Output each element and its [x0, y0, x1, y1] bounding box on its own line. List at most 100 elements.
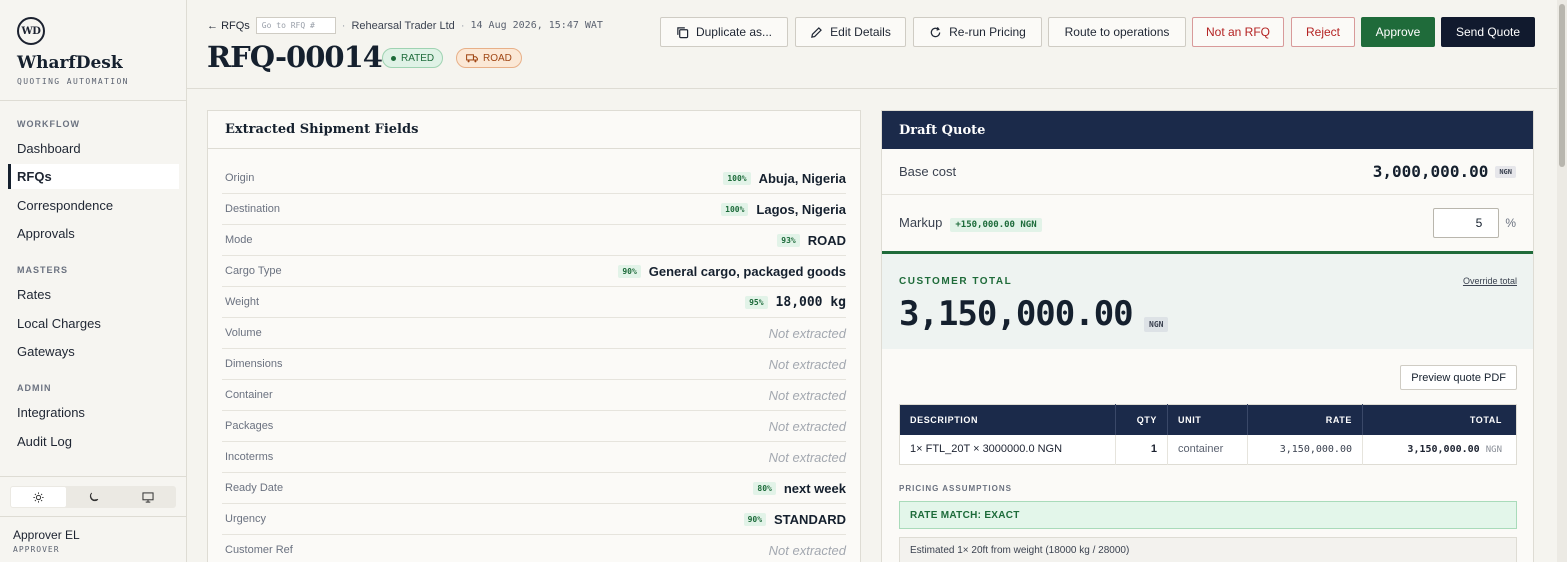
- confidence-badge: 90%: [618, 264, 641, 278]
- line-total: 3,150,000.00: [1407, 444, 1480, 456]
- scroll-thumb[interactable]: [1559, 4, 1565, 167]
- field-label: Destination: [225, 203, 281, 215]
- field-value-group: 90% STANDARD: [743, 512, 846, 527]
- field-value-group: Not extracted: [769, 357, 846, 372]
- page-scrollbar[interactable]: [1557, 0, 1567, 562]
- theme-switcher: [10, 486, 176, 508]
- divider: [0, 100, 186, 101]
- truck-icon: [466, 53, 478, 62]
- line-qty: 1: [1115, 434, 1168, 465]
- reject-button[interactable]: Reject: [1291, 17, 1355, 47]
- markup-row: Markup +150,000.00 NGN %: [882, 195, 1533, 251]
- currency-badge: NGN: [1495, 166, 1516, 179]
- override-total-link[interactable]: Override total: [1463, 276, 1517, 286]
- sidebar-item-rfqs[interactable]: RFQs: [8, 164, 179, 189]
- breadcrumb: ← RFQs · Rehearsal Trader Ltd · 14 Aug 2…: [207, 17, 603, 34]
- client-name: Rehearsal Trader Ltd: [351, 19, 455, 32]
- confidence-badge: 95%: [745, 295, 768, 309]
- field-row-mode: Mode 93% ROAD: [222, 225, 846, 256]
- field-empty-value: Not extracted: [768, 325, 846, 341]
- field-label: Volume: [225, 327, 262, 339]
- confidence-badge: 80%: [753, 481, 776, 495]
- field-value-group: 100% Abuja, Nigeria: [723, 171, 846, 186]
- col-unit: UNIT: [1167, 404, 1248, 435]
- send-quote-button[interactable]: Send Quote: [1441, 17, 1535, 47]
- field-value: next week: [783, 480, 846, 496]
- sidebar-item-approvals[interactable]: Approvals: [8, 221, 179, 246]
- field-value: ROAD: [807, 232, 846, 248]
- duplicate-button[interactable]: Duplicate as...: [660, 17, 788, 47]
- field-label: Mode: [225, 234, 253, 246]
- divider: [0, 476, 186, 477]
- monitor-icon[interactable]: [120, 487, 175, 507]
- route-to-operations-button[interactable]: Route to operations: [1048, 17, 1186, 47]
- sidebar-item-integrations[interactable]: Integrations: [8, 400, 179, 425]
- field-value-group: 80% next week: [753, 481, 846, 496]
- base-cost-row: Base cost 3,000,000.00 NGN: [882, 149, 1533, 195]
- sidebar: WD WharfDesk QUOTING AUTOMATION WORKFLOW…: [0, 0, 187, 562]
- assumption-note: Estimated 1× 20ft from weight (18000 kg …: [899, 537, 1517, 562]
- field-row-cargo-type: Cargo Type 90% General cargo, packaged goo…: [222, 256, 846, 287]
- base-cost-label: Base cost: [899, 164, 957, 179]
- customer-total-label: CUSTOMER TOTAL: [899, 276, 1013, 287]
- field-row-destination: Destination 100% Lagos, Nigeria: [222, 194, 846, 225]
- quote-lines-table: DESCRIPTION QTY UNIT RATE TOTAL 1× FTL_2…: [899, 404, 1517, 465]
- page-title: RFQ-00014: [207, 40, 383, 74]
- sidebar-item-rates[interactable]: Rates: [8, 282, 179, 307]
- logo-icon: WD: [17, 17, 45, 45]
- field-value: 18,000 kg: [775, 294, 846, 310]
- field-label: Cargo Type: [225, 265, 282, 277]
- nav-section-workflow: WORKFLOW: [17, 119, 80, 129]
- preview-pdf-button[interactable]: Preview quote PDF: [1400, 365, 1517, 390]
- field-label: Ready Date: [225, 482, 284, 494]
- back-link[interactable]: ← RFQs: [207, 20, 250, 32]
- pricing-assumptions-label: PRICING ASSUMPTIONS: [899, 484, 1012, 493]
- col-total: TOTAL: [1362, 404, 1517, 435]
- field-label: Customer Ref: [225, 544, 293, 556]
- goto-rfq-input[interactable]: [255, 17, 336, 34]
- field-empty-value: Not extracted: [768, 418, 846, 434]
- rerun-pricing-button[interactable]: Re-run Pricing: [913, 17, 1042, 47]
- not-an-rfq-button[interactable]: Not an RFQ: [1192, 17, 1284, 47]
- field-value-group: Not extracted: [769, 419, 846, 434]
- field-label: Weight: [225, 296, 260, 308]
- nav-section-admin: ADMIN: [17, 383, 52, 393]
- field-label: Origin: [225, 172, 255, 184]
- field-row-weight: Weight 95% 18,000 kg: [222, 287, 846, 318]
- field-empty-value: Not extracted: [768, 356, 846, 372]
- draft-quote-card: Draft Quote Base cost 3,000,000.00 NGN Ma…: [881, 110, 1534, 562]
- field-value: Abuja, Nigeria: [758, 170, 846, 186]
- field-row-volume: Volume Not extracted: [222, 318, 846, 349]
- field-row-origin: Origin 100% Abuja, Nigeria: [222, 163, 846, 194]
- refresh-icon: [930, 26, 941, 37]
- confidence-badge: 100%: [721, 202, 749, 216]
- line-rate: 3,150,000.00: [1247, 434, 1363, 465]
- field-empty-value: Not extracted: [768, 542, 846, 558]
- sidebar-item-audit-log[interactable]: Audit Log: [8, 429, 179, 454]
- user-name[interactable]: Approver EL: [13, 528, 80, 542]
- col-description: DESCRIPTION: [899, 404, 1116, 435]
- sidebar-item-gateways[interactable]: Gateways: [8, 339, 179, 364]
- markup-percent-input[interactable]: [1433, 208, 1500, 238]
- field-row-container: Container Not extracted: [222, 380, 846, 411]
- sidebar-item-dashboard[interactable]: Dashboard: [8, 136, 179, 161]
- nav-section-masters: MASTERS: [17, 265, 69, 275]
- col-rate: RATE: [1247, 404, 1363, 435]
- currency-badge: NGN: [1144, 317, 1169, 332]
- field-value-group: Not extracted: [769, 450, 846, 465]
- approve-button[interactable]: Approve: [1361, 17, 1435, 47]
- rate-match-banner: RATE MATCH: EXACT: [899, 501, 1517, 529]
- edit-details-button[interactable]: Edit Details: [795, 17, 906, 47]
- field-empty-value: Not extracted: [768, 449, 846, 465]
- field-value: Lagos, Nigeria: [756, 201, 846, 217]
- sun-icon[interactable]: [11, 487, 66, 507]
- moon-icon[interactable]: [66, 487, 121, 507]
- sidebar-item-local-charges[interactable]: Local Charges: [8, 311, 179, 336]
- sidebar-item-correspondence[interactable]: Correspondence: [8, 193, 179, 218]
- status-badge: RATED: [382, 48, 444, 68]
- base-cost-amount: 3,000,000.00: [1372, 161, 1489, 181]
- field-row-incoterms: Incoterms Not extracted: [222, 442, 846, 473]
- markup-label: Markup: [899, 215, 943, 230]
- field-value-group: 95% 18,000 kg: [745, 295, 846, 310]
- field-row-urgency: Urgency 90% STANDARD: [222, 504, 846, 535]
